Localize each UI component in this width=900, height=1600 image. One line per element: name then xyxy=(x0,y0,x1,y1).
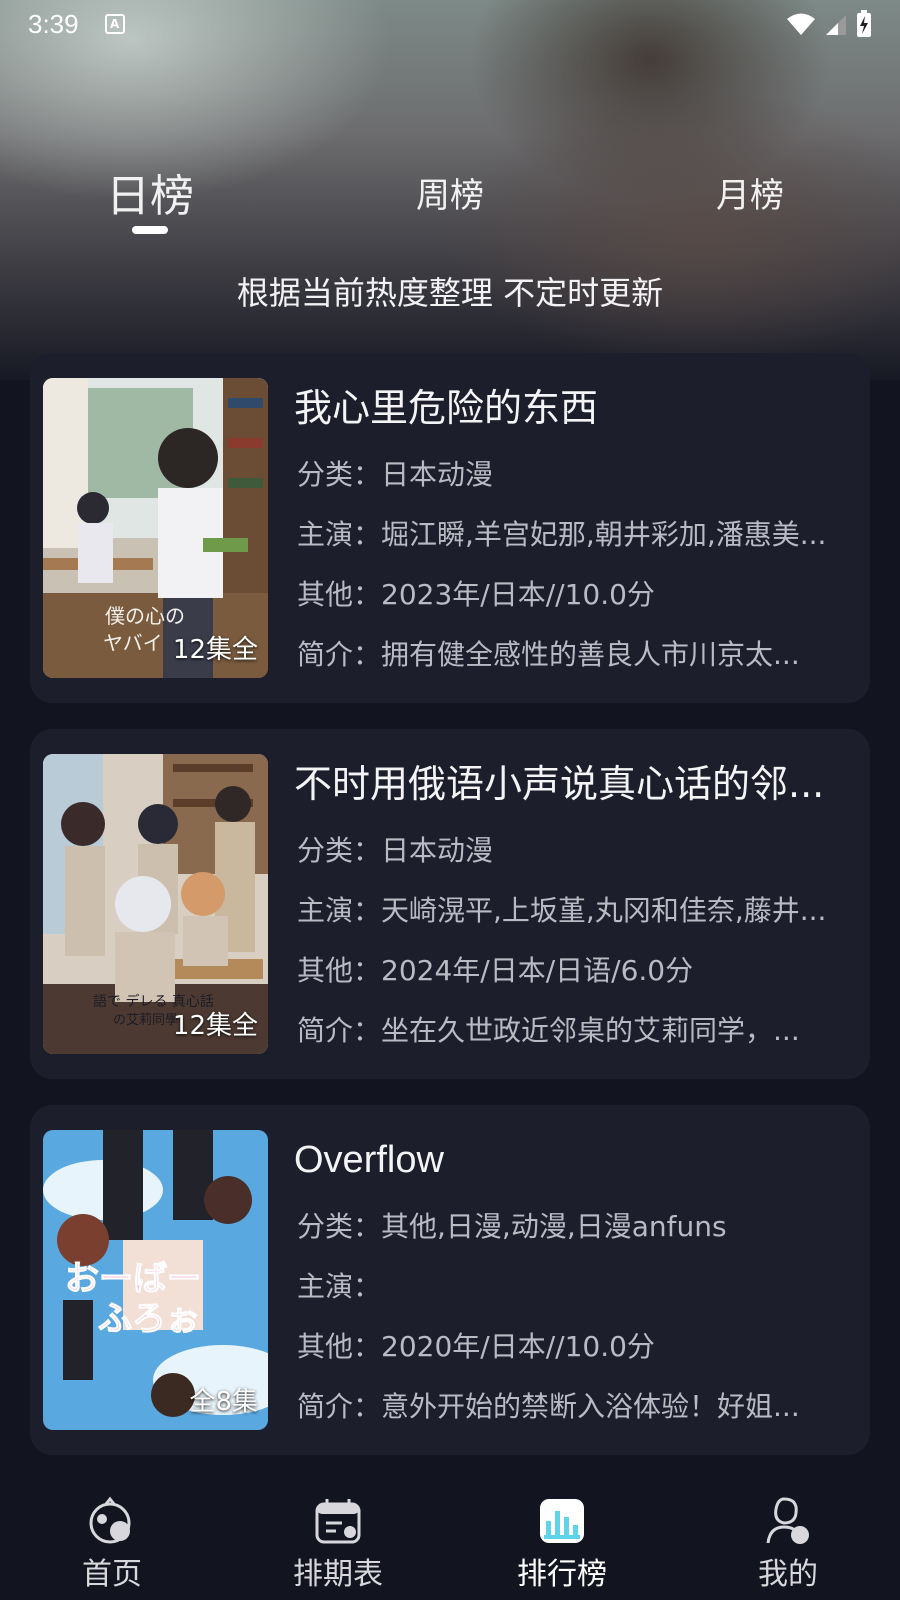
card-title: Overflow xyxy=(294,1139,444,1181)
calendar-icon xyxy=(315,1499,361,1544)
status-time: 3:39 xyxy=(28,8,79,39)
summary-value: 拥有健全感性的善良人市川京太... xyxy=(381,638,800,671)
nav-label-ranking: 排行榜 xyxy=(517,1557,607,1592)
other-row: 其他：2023年/日本//10.0分 xyxy=(294,565,854,625)
profile-icon xyxy=(766,1497,809,1544)
other-row: 其他：2024年/日本/日语/6.0分 xyxy=(294,941,854,1001)
category-value: 其他,日漫,动漫,日漫anfuns xyxy=(381,1210,727,1243)
tab-monthly[interactable]: 月榜 xyxy=(700,168,800,248)
svg-text:ヤバイ: ヤバイ xyxy=(103,631,163,655)
ranking-subtitle: 根据当前热度整理 不定时更新 xyxy=(236,274,664,312)
category-label: 分类： xyxy=(297,1210,382,1243)
category-value: 日本动漫 xyxy=(381,458,494,491)
notification-a-icon: A xyxy=(104,14,125,34)
cast-row: 主演： xyxy=(294,1257,854,1317)
ranking-card[interactable]: おーばー ふろぉ 全8集 Overflow 分类：其他,日漫,动漫,日漫anfu… xyxy=(30,1105,870,1455)
category-label: 分类： xyxy=(297,834,382,867)
episode-count: 12集全 xyxy=(172,1011,258,1041)
category-row: 分类：日本动漫 xyxy=(294,821,854,881)
poster-title-text: 僕の心の xyxy=(105,604,185,628)
cast-value: 天崎滉平,上坂堇,丸冈和佳奈,藤井... xyxy=(381,894,827,927)
other-label: 其他： xyxy=(297,954,382,987)
nav-label-home: 首页 xyxy=(82,1557,142,1592)
poster-image[interactable]: 僕の心の ヤバイ 12集全 xyxy=(43,378,268,678)
ranking-card[interactable]: 僕の心の ヤバイ 12集全 我心里危险的东西 分类：日本动漫 主演：堀江瞬,羊宫… xyxy=(30,353,870,703)
poster-image[interactable]: 語で デレる 真心話 の艾莉同學 12集全 xyxy=(43,754,268,1054)
category-row: 分类：其他,日漫,动漫,日漫anfuns xyxy=(294,1197,854,1257)
active-tab-indicator xyxy=(132,226,168,234)
card-title: 我心里危险的东西 xyxy=(294,386,599,430)
episode-count: 12集全 xyxy=(172,635,258,665)
category-value: 日本动漫 xyxy=(381,834,494,867)
ranking-icon xyxy=(540,1499,584,1543)
cast-row: 主演：天崎滉平,上坂堇,丸冈和佳奈,藤井... xyxy=(294,881,854,941)
poster-image[interactable]: おーばー ふろぉ 全8集 xyxy=(43,1130,268,1430)
card-title: 不时用俄语小声说真心话的邻... xyxy=(294,762,825,806)
nav-item-home[interactable]: 首页 xyxy=(32,1495,192,1595)
ranking-list: 僕の心の ヤバイ 12集全 我心里危险的东西 分类：日本动漫 主演：堀江瞬,羊宫… xyxy=(30,353,870,1481)
episode-count: 全8集 xyxy=(189,1387,258,1417)
card-info: 不时用俄语小声说真心话的邻... 分类：日本动漫 主演：天崎滉平,上坂堇,丸冈和… xyxy=(294,757,854,1061)
status-bar: 3:39 A xyxy=(0,0,900,48)
nav-item-profile[interactable]: 我的 xyxy=(708,1495,868,1595)
category-label: 分类： xyxy=(297,458,382,491)
summary-value: 意外开始的禁断入浴体验！好姐... xyxy=(381,1390,800,1423)
card-info: Overflow 分类：其他,日漫,动漫,日漫anfuns 主演： 其他：202… xyxy=(294,1133,854,1437)
cast-label: 主演： xyxy=(297,894,382,927)
summary-row: 简介：拥有健全感性的善良人市川京太... xyxy=(294,625,854,685)
other-value: 2023年/日本//10.0分 xyxy=(381,578,655,611)
summary-label: 简介： xyxy=(297,1014,382,1047)
other-label: 其他： xyxy=(297,578,382,611)
svg-text:ふろぉ: ふろぉ xyxy=(98,1299,200,1339)
wifi-icon xyxy=(787,13,815,35)
tab-weekly[interactable]: 周榜 xyxy=(400,168,500,248)
summary-label: 简介： xyxy=(297,638,382,671)
other-value: 2020年/日本//10.0分 xyxy=(381,1330,655,1363)
other-label: 其他： xyxy=(297,1330,382,1363)
nav-item-ranking[interactable]: 排行榜 xyxy=(482,1495,642,1595)
cast-row: 主演：堀江瞬,羊宫妃那,朝井彩加,潘惠美... xyxy=(294,505,854,565)
bottom-navigation: 首页 排期表 排行榜 我的 xyxy=(0,1475,900,1600)
cast-label: 主演： xyxy=(297,1270,382,1303)
card-info: 我心里危险的东西 分类：日本动漫 主演：堀江瞬,羊宫妃那,朝井彩加,潘惠美...… xyxy=(294,381,854,685)
signal-icon xyxy=(826,15,846,35)
summary-label: 简介： xyxy=(297,1390,382,1423)
summary-row: 简介：坐在久世政近邻桌的艾莉同学，... xyxy=(294,1001,854,1061)
cast-value: 堀江瞬,羊宫妃那,朝井彩加,潘惠美... xyxy=(381,518,827,551)
ranking-card[interactable]: 語で デレる 真心話 の艾莉同學 12集全 不时用俄语小声说真心话的邻... 分… xyxy=(30,729,870,1079)
summary-row: 简介：意外开始的禁断入浴体验！好姐... xyxy=(294,1377,854,1437)
summary-value: 坐在久世政近邻桌的艾莉同学，... xyxy=(381,1014,800,1047)
other-row: 其他：2020年/日本//10.0分 xyxy=(294,1317,854,1377)
battery-icon xyxy=(857,10,871,37)
poster-title-text: おーばー xyxy=(65,1259,201,1299)
nav-item-schedule[interactable]: 排期表 xyxy=(258,1495,418,1595)
svg-text:の艾莉同學: の艾莉同學 xyxy=(113,1013,178,1028)
home-icon xyxy=(89,1496,131,1544)
nav-label-schedule: 排期表 xyxy=(293,1557,383,1592)
category-row: 分类：日本动漫 xyxy=(294,445,854,505)
ranking-tabs: 日榜 周榜 月榜 xyxy=(0,150,900,240)
status-icons xyxy=(786,10,872,38)
other-value: 2024年/日本/日语/6.0分 xyxy=(381,954,694,987)
cast-label: 主演： xyxy=(297,518,382,551)
nav-label-profile: 我的 xyxy=(758,1557,818,1592)
